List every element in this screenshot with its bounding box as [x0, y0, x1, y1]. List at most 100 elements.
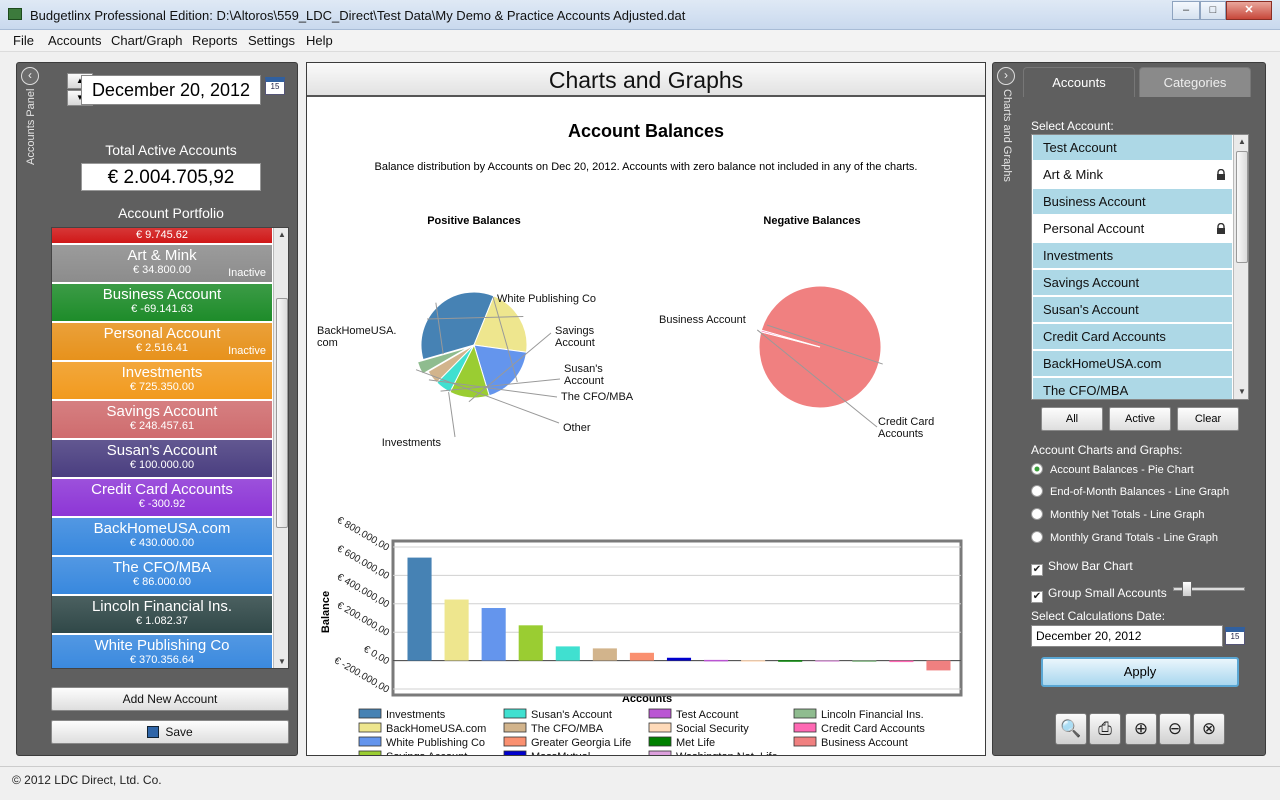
maximize-button[interactable]: □ — [1200, 1, 1226, 20]
radio-net-label: Monthly Net Totals - Line Graph — [1050, 509, 1205, 521]
menu-settings[interactable]: Settings — [248, 33, 295, 48]
legend-label: Savings Account — [386, 751, 467, 755]
list-scroll-down-icon[interactable]: ▼ — [1234, 385, 1248, 399]
add-account-button[interactable]: Add New Account — [51, 687, 289, 711]
account-balance: € 1.082.37 — [136, 615, 188, 627]
account-list-scrollbar[interactable]: ▲ ▼ — [1233, 135, 1248, 399]
group-threshold-slider[interactable] — [1173, 581, 1245, 597]
bar — [629, 652, 654, 661]
account-balance: € 86.000.00 — [132, 576, 192, 588]
collapse-left-icon[interactable]: ‹ — [21, 67, 39, 85]
pie-slice-label: Investments — [382, 437, 442, 449]
calc-calendar-icon[interactable]: 15 — [1225, 627, 1245, 645]
account-list-item[interactable]: Susan's Account — [1033, 297, 1232, 323]
select-all-button[interactable]: All — [1041, 407, 1103, 431]
tab-accounts[interactable]: Accounts — [1023, 67, 1135, 97]
bar — [481, 608, 506, 661]
menu-file[interactable]: File — [13, 33, 34, 48]
pie-slice-label: Account — [564, 375, 604, 387]
radio-pie-chart[interactable]: Account Balances - Pie Chart — [1031, 463, 1194, 476]
account-list-item[interactable]: The CFO/MBA — [1033, 378, 1232, 399]
pie-slice-label: Susan's — [564, 363, 603, 375]
account-list-item[interactable]: Art & Mink — [1033, 162, 1232, 188]
portfolio-account-tile[interactable]: Credit Card Accounts € -300.92 — [52, 479, 272, 518]
accounts-panel-label: Accounts Panel — [25, 88, 37, 165]
calendar-icon[interactable]: 15 — [265, 77, 285, 95]
legend-swatch — [648, 708, 672, 719]
portfolio-account-tile[interactable]: White Publishing Co € 370.356.64 — [52, 635, 272, 668]
legend-label: MassMutual — [531, 751, 590, 755]
preview-icon[interactable]: 🔍 — [1055, 713, 1087, 745]
tab-categories[interactable]: Categories — [1139, 67, 1251, 97]
list-scroll-thumb[interactable] — [1236, 151, 1248, 263]
account-list-item[interactable]: Credit Card Accounts — [1033, 324, 1232, 350]
print-icon[interactable]: ⎙ — [1089, 713, 1121, 745]
charts-header: Charts and Graphs — [307, 63, 985, 97]
legend-label: BackHomeUSA.com — [386, 723, 486, 735]
minimize-button[interactable]: – — [1172, 1, 1200, 20]
portfolio-account-tile[interactable]: Art & Mink € 34.800.00 Inactive — [52, 245, 272, 284]
account-name: Personal Account — [103, 325, 221, 342]
show-bar-chart-checkbox[interactable]: ✔ Show Bar Chart — [1031, 559, 1133, 576]
legend-label: Susan's Account — [531, 709, 612, 721]
radio-eom-label: End-of-Month Balances - Line Graph — [1050, 486, 1230, 498]
copyright-text: © 2012 LDC Direct, Ltd. Co. — [12, 773, 162, 787]
radio-end-of-month[interactable]: End-of-Month Balances - Line Graph — [1031, 485, 1229, 498]
portfolio-account-tile[interactable]: BackHomeUSA.com € 430.000.00 — [52, 518, 272, 557]
portfolio-account-tile[interactable]: Lincoln Financial Ins. € 1.082.37 — [52, 596, 272, 635]
list-scroll-up-icon[interactable]: ▲ — [1234, 135, 1248, 149]
account-balance: € 9.745.62 — [136, 229, 188, 241]
clear-selection-button[interactable]: Clear — [1177, 407, 1239, 431]
account-list-item[interactable]: BackHomeUSA.com — [1033, 351, 1232, 377]
portfolio-account-tile[interactable]: The CFO/MBA € 86.000.00 — [52, 557, 272, 596]
legend-label: White Publishing Co — [386, 737, 485, 749]
legend-swatch — [358, 750, 382, 755]
close-button[interactable]: ✕ — [1226, 1, 1272, 20]
account-list-label: Business Account — [1043, 194, 1146, 209]
chart-options-panel: › Charts and Graphs Accounts Categories … — [992, 62, 1266, 756]
select-active-button[interactable]: Active — [1109, 407, 1171, 431]
group-small-checkbox[interactable]: ✔ Group Small Accounts — [1031, 586, 1167, 603]
scroll-down-icon[interactable]: ▼ — [274, 655, 288, 668]
account-list-item[interactable]: Business Account — [1033, 189, 1232, 215]
account-name: Susan's Account — [106, 442, 218, 459]
portfolio-account-tile[interactable]: € 9.745.62 — [52, 228, 272, 245]
scroll-thumb[interactable] — [276, 298, 288, 528]
zoom-out-icon[interactable]: ⊖ — [1159, 713, 1191, 745]
chart-canvas: Positive Balances Negative Balances Acco… — [317, 215, 963, 755]
radio-monthly-grand[interactable]: Monthly Grand Totals - Line Graph — [1031, 531, 1218, 544]
account-list-item[interactable]: Personal Account — [1033, 216, 1232, 242]
bar — [518, 625, 543, 661]
date-field[interactable]: December 20, 2012 — [81, 75, 261, 105]
pie-slice-label: White Publishing Co — [497, 293, 596, 305]
apply-button[interactable]: Apply — [1041, 657, 1239, 687]
zoom-in-icon[interactable]: ⊕ — [1125, 713, 1157, 745]
collapse-right-icon[interactable]: › — [997, 67, 1015, 85]
menu-accounts[interactable]: Accounts — [48, 33, 101, 48]
portfolio-scrollbar[interactable]: ▲ ▼ — [273, 228, 288, 668]
account-list-item[interactable]: Investments — [1033, 243, 1232, 269]
menu-help[interactable]: Help — [306, 33, 333, 48]
legend-label: Greater Georgia Life — [531, 737, 631, 749]
radio-monthly-net[interactable]: Monthly Net Totals - Line Graph — [1031, 508, 1204, 521]
legend-swatch — [648, 736, 672, 747]
scroll-up-icon[interactable]: ▲ — [274, 228, 288, 242]
zoom-reset-icon[interactable]: ⊗ — [1193, 713, 1225, 745]
legend-label: Investments — [386, 709, 446, 721]
menu-reports[interactable]: Reports — [192, 33, 238, 48]
portfolio-account-tile[interactable]: Business Account € -69.141.63 — [52, 284, 272, 323]
account-list-label: Art & Mink — [1043, 167, 1103, 182]
menu-chart-graph[interactable]: Chart/Graph — [111, 33, 183, 48]
account-list-label: The CFO/MBA — [1043, 383, 1129, 398]
portfolio-account-tile[interactable]: Investments € 725.350.00 — [52, 362, 272, 401]
calc-date-field[interactable]: December 20, 2012 — [1031, 625, 1223, 647]
save-button[interactable]: Save — [51, 720, 289, 744]
account-list-item[interactable]: Test Account — [1033, 135, 1232, 161]
portfolio-account-tile[interactable]: Personal Account € 2.516.41 Inactive — [52, 323, 272, 362]
portfolio-account-tile[interactable]: Susan's Account € 100.000.00 — [52, 440, 272, 479]
charts-panel-label: Charts and Graphs — [1001, 89, 1013, 182]
legend-swatch — [358, 708, 382, 719]
portfolio-account-tile[interactable]: Savings Account € 248.457.61 — [52, 401, 272, 440]
slider-thumb[interactable] — [1182, 581, 1192, 597]
account-list-item[interactable]: Savings Account — [1033, 270, 1232, 296]
